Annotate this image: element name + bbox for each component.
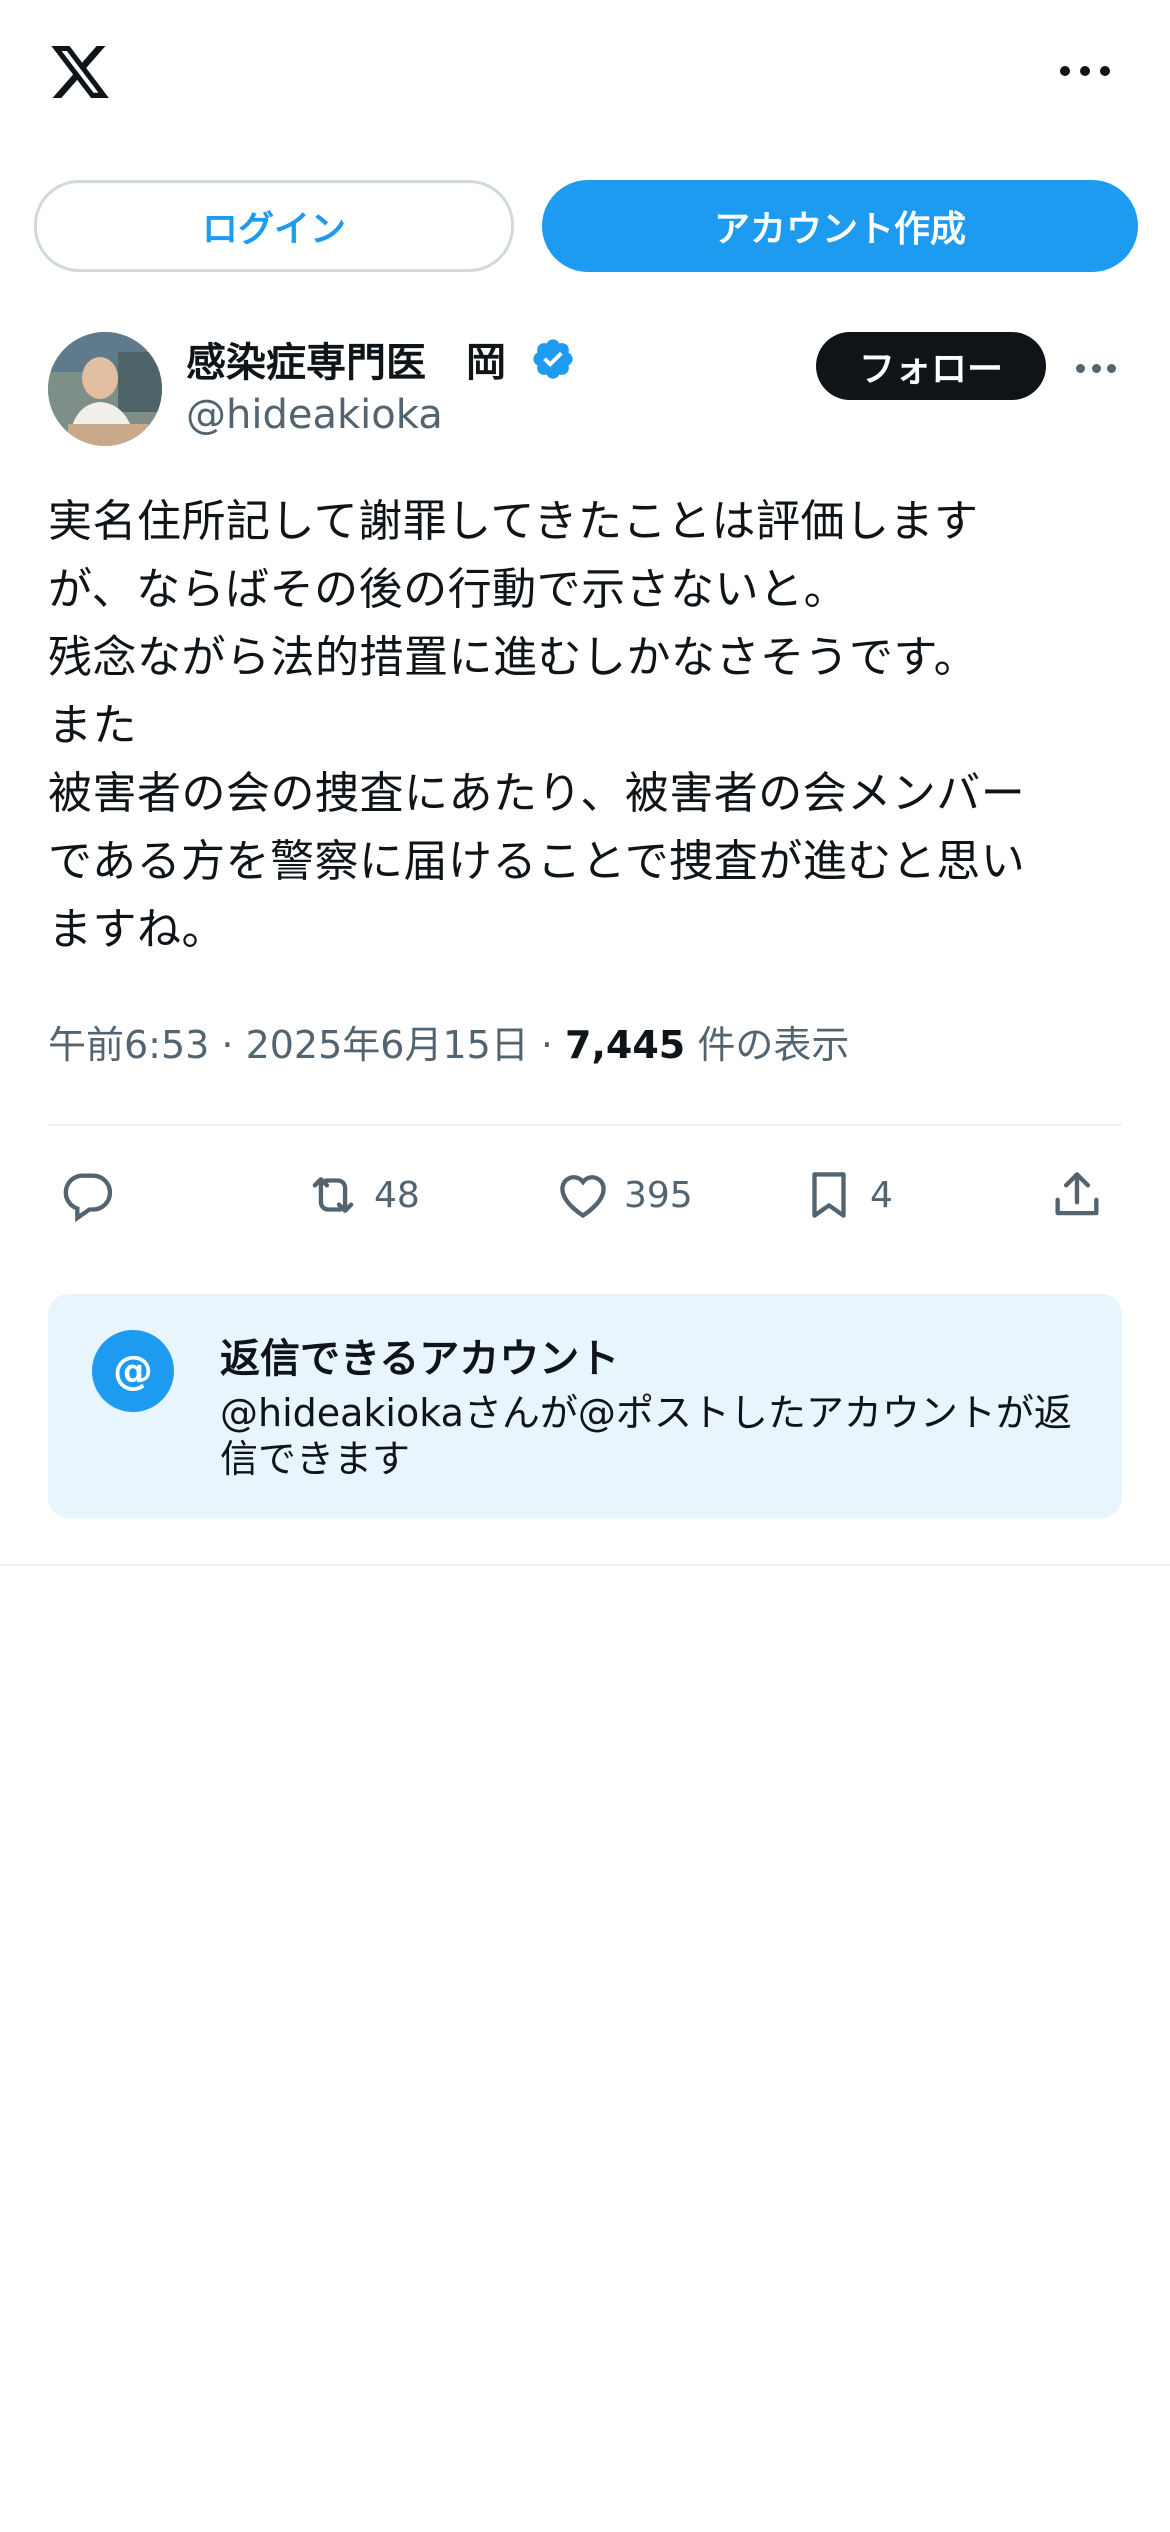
share-button[interactable]: [1048, 1160, 1106, 1230]
create-account-button[interactable]: アカウント作成: [542, 180, 1138, 272]
post-more-icon[interactable]: [1076, 362, 1116, 374]
avatar[interactable]: [48, 332, 162, 446]
like-count: 395: [624, 1174, 693, 1216]
x-logo-icon[interactable]: [46, 40, 114, 104]
heart-icon: [560, 1175, 606, 1219]
reply-restriction-description: @hideakiokaさんが@ポストしたアカウントが返信できます: [220, 1391, 1072, 1481]
bookmark-count: 4: [870, 1174, 893, 1216]
reply-restriction-title: 返信できるアカウント: [220, 1336, 620, 1382]
reply-restriction-notice: @ 返信できるアカウント @hideakiokaさんが@ポストしたアカウントが返…: [48, 1294, 1122, 1518]
top-bar: [0, 0, 1170, 150]
login-button[interactable]: ログイン: [34, 180, 514, 272]
author-handle[interactable]: @hideakioka: [186, 392, 443, 438]
view-count: 7,445: [565, 1023, 686, 1067]
divider: [48, 1124, 1122, 1126]
share-icon: [1055, 1172, 1099, 1216]
author-name[interactable]: 感染症専門医 岡: [186, 330, 506, 388]
retweet-button[interactable]: 48: [304, 1160, 420, 1230]
more-options-icon[interactable]: [1060, 56, 1110, 86]
divider: [0, 1564, 1170, 1566]
retweet-icon: [312, 1177, 354, 1213]
view-label: 件の表示: [685, 1023, 850, 1067]
bookmark-button[interactable]: 4: [800, 1160, 893, 1230]
avatar-photo-icon: [48, 332, 162, 446]
post-text: 実名住所記して謝罪してきたことは評価します が、ならばその後の行動で示さないと。…: [48, 496, 1026, 955]
reply-button[interactable]: [58, 1160, 128, 1230]
retweet-count: 48: [374, 1174, 420, 1216]
verified-badge-icon: [533, 339, 573, 379]
auth-buttons: ログイン アカウント作成: [34, 180, 1138, 272]
post-timestamp[interactable]: 午前6:53 · 2025年6月15日 ·: [48, 1023, 565, 1067]
bookmark-icon: [812, 1172, 846, 1218]
action-bar: 48 395 4: [48, 1160, 1122, 1230]
follow-button[interactable]: フォロー: [816, 332, 1046, 400]
at-sign-icon: @: [92, 1330, 174, 1412]
reply-icon: [63, 1173, 113, 1223]
post-meta: 午前6:53 · 2025年6月15日 · 7,445 件の表示: [48, 1014, 849, 1069]
like-button[interactable]: 395: [554, 1160, 693, 1230]
